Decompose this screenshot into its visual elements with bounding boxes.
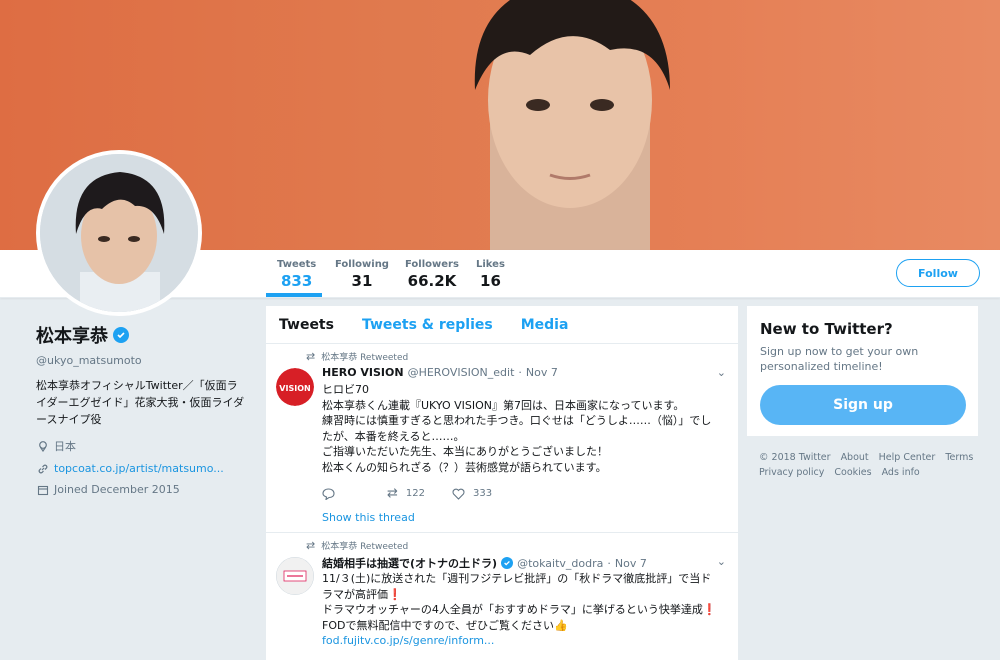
tweet-text-line: FODで無料配信中ですので、ぜひご覧ください👍 xyxy=(322,618,568,632)
tweet-text-line: 松本くんの知られざる（？）芸術感覚が語られています。 xyxy=(322,460,607,474)
like-count: 333 xyxy=(473,488,493,499)
verified-badge-icon xyxy=(501,557,514,569)
nav-active-indicator xyxy=(266,293,322,297)
tweet-avatar[interactable]: VISION xyxy=(276,368,314,406)
nav-tweets-label: Tweets xyxy=(277,259,317,270)
tweet-date[interactable]: Nov 7 xyxy=(615,557,647,570)
heart-icon xyxy=(452,488,465,500)
retweet-action-icon: ⇄ xyxy=(387,486,398,501)
tweet-author-handle[interactable]: @tokaitv_dodra xyxy=(517,557,603,570)
timeline-tabs: Tweets Tweets & replies Media xyxy=(266,306,738,344)
nav-tweets[interactable]: Tweets 833 xyxy=(277,259,316,290)
tweet-author-name[interactable]: HERO VISION xyxy=(322,366,404,379)
nav-followers[interactable]: Followers 66.2K xyxy=(405,259,459,290)
signup-button[interactable]: Sign up xyxy=(760,385,966,425)
tweet-header: HERO VISION @HEROVISION_edit · Nov 7 xyxy=(322,366,558,379)
footer-link-terms[interactable]: Terms xyxy=(945,452,973,463)
footer-link-privacy[interactable]: Privacy policy xyxy=(759,467,824,478)
retweet-button[interactable]: ⇄ 122 xyxy=(387,486,452,501)
show-thread-link[interactable]: Show this thread xyxy=(322,511,415,524)
nav-likes-label: Likes xyxy=(476,259,505,270)
tab-media[interactable]: Media xyxy=(521,317,569,333)
nav-following[interactable]: Following 31 xyxy=(335,259,389,290)
footer-copyright: © 2018 Twitter xyxy=(759,452,831,463)
tweet-text-line: ヒロビ70 xyxy=(322,383,369,396)
tweet-item[interactable]: ⇄ 松本享恭 Retweeted 結婚相手は抽選で(オトナの土ドラ) @toka… xyxy=(266,533,738,660)
tweet-item[interactable]: ⇄ 松本享恭 Retweeted VISION HERO VISION @HER… xyxy=(266,344,738,533)
tweet-date[interactable]: Nov 7 xyxy=(526,366,558,379)
tweet-link[interactable]: fod.fujitv.co.jp/s/genre/inform... xyxy=(322,633,727,649)
tweet-header: 結婚相手は抽選で(オトナの土ドラ) @tokaitv_dodra · Nov 7 xyxy=(322,555,647,571)
nav-followers-label: Followers xyxy=(405,259,459,270)
profile-location: 日本 xyxy=(36,438,246,454)
tweet-separator: · xyxy=(518,366,522,379)
tweet-author-handle[interactable]: @HEROVISION_edit xyxy=(408,366,515,379)
nav-following-count: 31 xyxy=(351,272,373,290)
profile-avatar[interactable] xyxy=(36,150,202,316)
tab-tweets-replies[interactable]: Tweets & replies xyxy=(362,317,493,333)
like-button[interactable]: 333 xyxy=(452,488,492,500)
profile-name: 松本享恭 xyxy=(36,322,246,348)
profile-joined: Joined December 2015 xyxy=(36,483,246,496)
retweet-icon: ⇄ xyxy=(306,539,316,552)
tweet-text-line: ドラマウオッチャーの4人全員が「おすすめドラマ」に挙げるという快挙達成❗ xyxy=(322,603,717,616)
tweet-text-line: 11/３(土)に放送された「週刊フジテレビ批評」の「秋ドラマ徹底批評」で当ド xyxy=(322,572,712,585)
profile-name-text: 松本享恭 xyxy=(36,326,108,347)
tab-tweets[interactable]: Tweets xyxy=(279,317,334,333)
location-text: 日本 xyxy=(54,440,76,453)
website-text[interactable]: topcoat.co.jp/artist/matsumo... xyxy=(54,462,224,475)
banner-photo xyxy=(474,0,670,250)
retweet-context: ⇄ 松本享恭 Retweeted xyxy=(306,539,408,552)
reply-icon xyxy=(322,487,335,500)
tweet-menu-chevron-down-icon[interactable]: ⌄ xyxy=(717,366,726,379)
location-pin-icon xyxy=(36,440,49,453)
drama-logo xyxy=(276,557,314,595)
signup-card: New to Twitter? Sign up now to get your … xyxy=(747,306,978,436)
footer-link-ads-info[interactable]: Ads info xyxy=(882,467,920,478)
signup-title: New to Twitter? xyxy=(760,320,893,338)
nav-likes-count: 16 xyxy=(480,272,501,290)
nav-following-label: Following xyxy=(335,259,389,270)
retweet-count: 122 xyxy=(405,488,425,499)
tweet-actions: ⇄ 122 333 xyxy=(322,486,492,501)
footer-link-about[interactable]: About xyxy=(841,452,869,463)
tweet-avatar[interactable] xyxy=(276,557,314,595)
nav-followers-count: 66.2K xyxy=(407,272,457,290)
joined-text: Joined December 2015 xyxy=(54,483,180,496)
tweet-text-line: たが、本番を終えると……。 xyxy=(322,429,465,443)
tweet-text-line: ラマが高評価❗ xyxy=(322,587,402,601)
retweet-context-text: 松本享恭 Retweeted xyxy=(321,353,409,363)
retweet-context-text: 松本享恭 Retweeted xyxy=(321,542,409,552)
profile-website[interactable]: topcoat.co.jp/artist/matsumo... xyxy=(36,462,246,475)
signup-text: Sign up now to get your own personalized… xyxy=(760,345,919,373)
nav-likes[interactable]: Likes 16 xyxy=(476,259,505,290)
link-icon xyxy=(36,462,49,475)
verified-badge-icon xyxy=(113,327,129,343)
tweet-text-line: ご指導いただいた先生、本当にありがとうございました！ xyxy=(322,445,608,458)
tweet-text-line: 練習時には慎重すぎると思われた手つき。口ぐせは「どうしよ……（悩）」でし xyxy=(322,414,712,427)
tweet-text: ヒロビ70 松本享恭くん連載『UKYO VISION』第7回は、日本画家になって… xyxy=(322,382,727,475)
profile-bio: 松本享恭オフィシャルTwitter／「仮面ライダーエグゼイド」花家大我・仮面ライ… xyxy=(36,379,245,426)
reply-button[interactable] xyxy=(322,487,387,500)
profile-card: 松本享恭 @ukyo_matsumoto 松本享恭オフィシャルTwitter／「… xyxy=(36,322,246,496)
footer-links: © 2018 Twitter About Help Center Terms Priv… xyxy=(759,450,979,480)
footer-link-cookies[interactable]: Cookies xyxy=(834,467,871,478)
timeline: Tweets Tweets & replies Media ⇄ 松本享恭 Ret… xyxy=(266,306,738,660)
tweet-text: 11/３(土)に放送された「週刊フジテレビ批評」の「秋ドラマ徹底批評」で当ド ラ… xyxy=(322,571,727,649)
tweet-author-name[interactable]: 結婚相手は抽選で(オトナの土ドラ) xyxy=(322,555,497,571)
tweet-text-line: 松本享恭くん連載『UKYO VISION』第7回は、日本画家になっています。 xyxy=(322,398,685,412)
footer-link-help-center[interactable]: Help Center xyxy=(879,452,936,463)
retweet-icon: ⇄ xyxy=(306,350,316,363)
retweet-context: ⇄ 松本享恭 Retweeted xyxy=(306,350,408,363)
avatar-photo xyxy=(40,154,198,312)
hero-vision-logo: VISION xyxy=(276,368,314,406)
tweet-menu-chevron-down-icon[interactable]: ⌄ xyxy=(717,555,726,568)
tweet-separator: · xyxy=(607,556,611,570)
follow-button[interactable]: Follow xyxy=(896,259,980,287)
profile-handle[interactable]: @ukyo_matsumoto xyxy=(36,354,246,367)
calendar-icon xyxy=(36,483,49,496)
nav-tweets-count: 833 xyxy=(280,272,313,290)
hero-vision-logo-text: VISION xyxy=(279,384,310,393)
